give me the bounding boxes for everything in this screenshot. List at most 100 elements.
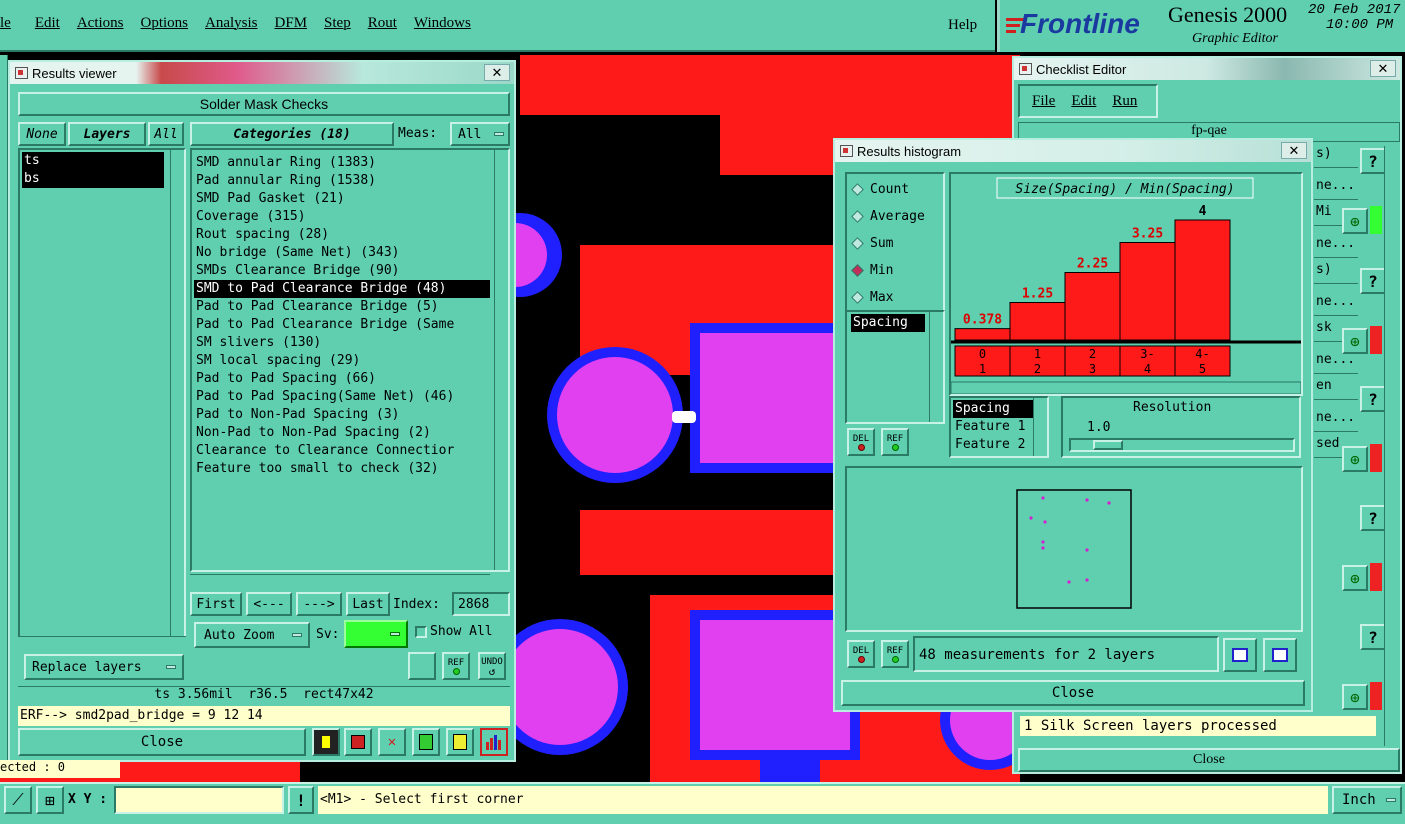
- measurement-preview[interactable]: [845, 466, 1303, 632]
- histogram-field-item[interactable]: Spacing: [953, 400, 1033, 418]
- ref-button[interactable]: REF: [442, 652, 470, 680]
- swap-view-icon[interactable]: [1263, 638, 1297, 672]
- checklist-row-fragment[interactable]: ne...: [1314, 410, 1358, 432]
- category-item[interactable]: No bridge (Same Net) (343): [194, 244, 490, 262]
- menu-item-5[interactable]: DFM: [275, 15, 308, 35]
- mode-radio[interactable]: Average: [847, 203, 943, 230]
- histogram-close-button[interactable]: Close: [841, 680, 1305, 706]
- last-button[interactable]: Last: [346, 592, 390, 616]
- menu-help[interactable]: Help: [948, 17, 977, 34]
- prev-button[interactable]: <---: [246, 592, 292, 616]
- checklist-row-fragment[interactable]: ne...: [1314, 294, 1358, 316]
- histogram-icon[interactable]: [480, 728, 508, 756]
- alert-icon[interactable]: !: [288, 786, 314, 814]
- units-dropdown[interactable]: Inch: [1332, 786, 1402, 814]
- layers-button[interactable]: Layers: [68, 122, 146, 146]
- category-item[interactable]: Pad to Pad Clearance Bridge (Same: [194, 316, 490, 334]
- show-all-checkbox[interactable]: [415, 626, 427, 638]
- checklist-row-fragment[interactable]: s): [1314, 262, 1358, 284]
- mode-radio[interactable]: Min: [847, 257, 943, 284]
- menu-item-2[interactable]: Actions: [77, 15, 124, 35]
- category-item[interactable]: Feature too small to check (32): [194, 460, 490, 478]
- checklist-vscroll[interactable]: [1384, 146, 1398, 746]
- checklist-row-fragment[interactable]: ne...: [1314, 352, 1358, 374]
- layers-vscroll[interactable]: [170, 150, 184, 636]
- category-item[interactable]: Pad to Pad Spacing(Same Net) (46): [194, 388, 490, 406]
- next-button[interactable]: --->: [296, 592, 342, 616]
- grid-icon[interactable]: ⊞: [36, 786, 64, 814]
- blank-button[interactable]: [408, 652, 436, 680]
- field-item[interactable]: Spacing: [851, 314, 925, 332]
- report-icon[interactable]: [412, 728, 440, 756]
- zoom-to-icon[interactable]: [1223, 638, 1257, 672]
- category-item[interactable]: Pad annular Ring (1538): [194, 172, 490, 190]
- category-item[interactable]: SMD Pad Gasket (21): [194, 190, 490, 208]
- export-icon[interactable]: [344, 728, 372, 756]
- xy-input[interactable]: [114, 786, 284, 814]
- histogram-field-item[interactable]: Feature 2: [953, 436, 1033, 454]
- histogram-fields[interactable]: Spacing Feature 1 Feature 2: [949, 396, 1049, 458]
- zoom-icon[interactable]: ⊕: [1342, 684, 1368, 710]
- help-icon[interactable]: ?: [1360, 268, 1386, 294]
- menu-item-8[interactable]: Windows: [414, 15, 471, 35]
- sv-color-dropdown[interactable]: [344, 620, 408, 648]
- category-item[interactable]: SMD annular Ring (1383): [194, 154, 490, 172]
- resolution-slider[interactable]: [1069, 438, 1295, 452]
- replace-layers-dropdown[interactable]: Replace layers: [24, 654, 184, 680]
- meas-dropdown[interactable]: All: [450, 122, 510, 146]
- slider-thumb[interactable]: [1093, 440, 1123, 450]
- ref-button[interactable]: REF: [881, 428, 909, 456]
- category-item[interactable]: Rout spacing (28): [194, 226, 490, 244]
- first-button[interactable]: First: [190, 592, 242, 616]
- menu-item-1[interactable]: Edit: [35, 15, 60, 35]
- preview-ref-button[interactable]: REF: [881, 640, 909, 668]
- layer-item[interactable]: bs: [22, 170, 164, 188]
- histogram-titlebar[interactable]: Results histogram ✕: [835, 140, 1311, 162]
- category-item[interactable]: Pad to Pad Spacing (66): [194, 370, 490, 388]
- results-close-button[interactable]: Close: [18, 728, 306, 756]
- menu-item-0[interactable]: le: [0, 15, 11, 35]
- categories-vscroll[interactable]: [494, 150, 508, 570]
- field-list-vscroll[interactable]: [929, 312, 943, 422]
- category-item[interactable]: SM local spacing (29): [194, 352, 490, 370]
- mode-radio[interactable]: Max: [847, 284, 943, 311]
- categories-hscroll[interactable]: [190, 574, 490, 588]
- zoom-icon[interactable]: ⊕: [1342, 328, 1368, 354]
- undo-button[interactable]: UNDO ↺: [478, 652, 506, 680]
- fields-vscroll[interactable]: [1033, 398, 1047, 456]
- close-icon[interactable]: ✕: [484, 64, 510, 81]
- menu-item-3[interactable]: Options: [141, 15, 189, 35]
- close-icon[interactable]: ✕: [1370, 60, 1396, 77]
- layers-none-button[interactable]: None: [18, 122, 66, 146]
- notes-icon[interactable]: [446, 728, 474, 756]
- measure-icon[interactable]: ⟋: [4, 786, 32, 814]
- del-button[interactable]: DEL: [847, 428, 875, 456]
- help-icon[interactable]: ?: [1360, 505, 1386, 531]
- help-icon[interactable]: ?: [1360, 624, 1386, 650]
- layer-item[interactable]: ts: [22, 152, 164, 170]
- zoom-icon[interactable]: ⊕: [1342, 446, 1368, 472]
- category-item[interactable]: Coverage (315): [194, 208, 490, 226]
- flag-icon[interactable]: [312, 728, 340, 756]
- checklist-menu-item[interactable]: Run: [1112, 93, 1137, 110]
- menu-item-4[interactable]: Analysis: [205, 15, 258, 35]
- mode-radio[interactable]: Count: [847, 176, 943, 203]
- menu-item-7[interactable]: Rout: [368, 15, 397, 35]
- category-item[interactable]: Pad to Pad Clearance Bridge (5): [194, 298, 490, 316]
- layers-hscroll[interactable]: [18, 636, 186, 650]
- close-icon[interactable]: ✕: [1281, 142, 1307, 159]
- zoom-icon[interactable]: ⊕: [1342, 565, 1368, 591]
- histogram-field-list[interactable]: Spacing: [845, 310, 945, 424]
- histogram-field-item[interactable]: Feature 1: [953, 418, 1033, 436]
- category-item[interactable]: Non-Pad to Non-Pad Spacing (2): [194, 424, 490, 442]
- layers-all-button[interactable]: All: [148, 122, 184, 146]
- checklist-row-fragment[interactable]: ne...: [1314, 236, 1358, 258]
- categories-button[interactable]: Categories (18): [190, 122, 394, 146]
- category-item[interactable]: SM slivers (130): [194, 334, 490, 352]
- index-input[interactable]: 2868: [452, 592, 510, 616]
- checklist-row-fragment[interactable]: en: [1314, 378, 1358, 400]
- zoom-icon[interactable]: ⊕: [1342, 208, 1368, 234]
- checklist-row-fragment[interactable]: ne...: [1314, 178, 1358, 200]
- category-item[interactable]: SMDs Clearance Bridge (90): [194, 262, 490, 280]
- categories-list[interactable]: SMD annular Ring (1383) Pad annular Ring …: [190, 148, 510, 572]
